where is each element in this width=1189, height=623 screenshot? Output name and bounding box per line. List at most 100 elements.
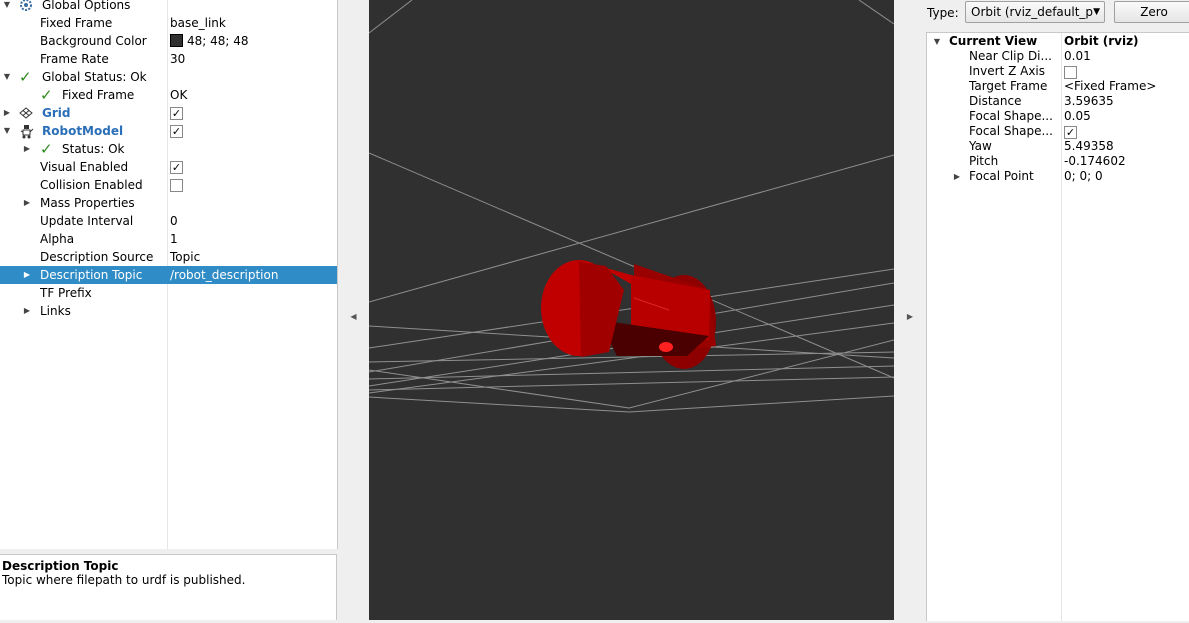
display-row[interactable]: ▶ Grid ✓ (0, 104, 337, 122)
expand-right-icon[interactable]: ▶ (22, 266, 32, 284)
collapse-left-icon[interactable]: ◀ (338, 312, 369, 321)
view-type-value: Orbit (rviz_default_p (971, 5, 1094, 19)
expand-down-icon[interactable]: ▼ (2, 0, 12, 14)
view-property-value[interactable]: 5.49358 (1064, 139, 1114, 154)
view-property-row[interactable]: Focal Shape... 0.05 (927, 109, 1189, 124)
view-property-value[interactable]: 3.59635 (1064, 94, 1114, 109)
display-row-value-text: 30 (170, 52, 186, 66)
display-row-value[interactable]: /robot_description (170, 266, 278, 284)
zero-button[interactable]: Zero (1114, 1, 1189, 23)
display-row-value-text: 0 (170, 214, 178, 228)
display-row[interactable]: ▼ ✓ Global Status: Ok (0, 68, 337, 86)
view-property-row[interactable]: Focal Shape... ✓ (927, 124, 1189, 139)
expand-down-icon[interactable]: ▼ (2, 68, 12, 86)
chevron-down-icon: ▼ (1093, 7, 1100, 17)
view-property-value[interactable]: <Fixed Frame> (1064, 79, 1156, 94)
display-checkbox[interactable]: ✓ (170, 125, 183, 138)
view-property-row[interactable]: Pitch -0.174602 (927, 154, 1189, 169)
display-checkbox[interactable]: ✓ (170, 107, 183, 120)
collapse-right-icon[interactable]: ▶ (894, 312, 926, 321)
view-property-label: Distance (969, 94, 1022, 108)
view-property-row[interactable]: Distance 3.59635 (927, 94, 1189, 109)
view-property-label: Current View (949, 34, 1038, 48)
expand-right-icon[interactable]: ▶ (22, 194, 32, 212)
display-row-value[interactable]: 48; 48; 48 (170, 32, 249, 50)
color-swatch[interactable] (170, 34, 183, 47)
display-row[interactable]: ✓ Fixed Frame OK (0, 86, 337, 104)
display-row-label: Mass Properties (40, 196, 135, 210)
view-property-checkbox[interactable]: ✓ (1064, 126, 1077, 139)
display-row-value[interactable]: base_link (170, 14, 226, 32)
display-row-label: Visual Enabled (40, 160, 129, 174)
display-row[interactable]: ▶ ✓ Status: Ok (0, 140, 337, 158)
expand-right-icon[interactable]: ▶ (22, 140, 32, 158)
view-property-value[interactable]: 0; 0; 0 (1064, 169, 1103, 184)
view-property-value[interactable]: Orbit (rviz) (1064, 34, 1139, 49)
view-property-label: Focal Point (969, 169, 1034, 183)
display-row[interactable]: Fixed Frame base_link (0, 14, 337, 32)
display-row-label: Global Status: Ok (42, 70, 147, 84)
grid-icon (19, 104, 35, 122)
expand-right-icon[interactable]: ▶ (2, 104, 12, 122)
expand-down-icon[interactable]: ▼ (2, 122, 12, 140)
view-type-select[interactable]: Orbit (rviz_default_p ▼ (965, 1, 1105, 23)
display-row[interactable]: ▶ Links (0, 302, 337, 320)
display-row-value[interactable]: 1 (170, 230, 178, 248)
views-panel: Type: Orbit (rviz_default_p ▼ Zero ▼ Curr… (926, 0, 1189, 621)
view-property-row[interactable]: ▶ Focal Point 0; 0; 0 (927, 169, 1189, 184)
display-row-label: Description Topic (40, 268, 143, 282)
check-icon: ✓ (40, 140, 53, 158)
view-property-value[interactable]: 0.01 (1064, 49, 1091, 64)
display-row[interactable]: Alpha 1 (0, 230, 337, 248)
view-property-row[interactable]: Target Frame <Fixed Frame> (927, 79, 1189, 94)
display-row[interactable]: Background Color 48; 48; 48 (0, 32, 337, 50)
display-row-value[interactable]: OK (170, 86, 187, 104)
view-property-value[interactable]: -0.174602 (1064, 154, 1126, 169)
view-properties-tree: ▼ Current View Orbit (rviz) Near Clip Di...… (926, 32, 1189, 621)
display-row-label: Collision Enabled (40, 178, 143, 192)
view-property-row[interactable]: Yaw 5.49358 (927, 139, 1189, 154)
view-property-label: Pitch (969, 154, 999, 168)
view-property-value[interactable]: 0.05 (1064, 109, 1091, 124)
view-property-row[interactable]: ▼ Current View Orbit (rviz) (927, 34, 1189, 49)
display-row-label: RobotModel (42, 124, 124, 138)
display-row-label: Global Options (42, 0, 131, 12)
display-row[interactable]: Description Source Topic (0, 248, 337, 266)
robot-model (541, 260, 716, 369)
display-row[interactable]: ▶ Mass Properties (0, 194, 337, 212)
view-property-checkbox[interactable] (1064, 66, 1077, 79)
display-row-label: Links (40, 304, 71, 318)
expand-down-icon[interactable]: ▼ (932, 34, 942, 49)
display-row-value[interactable]: Topic (170, 248, 200, 266)
render-view[interactable] (368, 0, 895, 620)
display-row[interactable]: Frame Rate 30 (0, 50, 337, 68)
display-row-value[interactable]: 0 (170, 212, 178, 230)
splitter-handle[interactable] (160, 549, 178, 553)
gear-icon (19, 0, 35, 14)
display-row-value[interactable]: 30 (170, 50, 185, 68)
display-row-value-text: Topic (170, 250, 201, 264)
left-collapse-strip[interactable]: ◀ (338, 0, 369, 620)
display-row-value-text: 48; 48; 48 (187, 34, 249, 48)
description-text: Topic where filepath to urdf is publishe… (2, 573, 246, 587)
expand-right-icon[interactable]: ▶ (22, 302, 32, 320)
display-row-label: Update Interval (40, 214, 134, 228)
expand-right-icon[interactable]: ▶ (952, 169, 962, 184)
display-checkbox[interactable]: ✓ (170, 161, 183, 174)
display-row[interactable]: ▼ RobotModel ✓ (0, 122, 337, 140)
display-row[interactable]: ▶ Description Topic/robot_description (0, 266, 337, 284)
right-collapse-strip[interactable]: ▶ (894, 0, 926, 620)
view-property-row[interactable]: Near Clip Di... 0.01 (927, 49, 1189, 64)
display-row[interactable]: Update Interval 0 (0, 212, 337, 230)
display-row-value-text: OK (170, 88, 188, 102)
display-row[interactable]: ▼ Global Options (0, 0, 337, 14)
property-description: Description Topic Topic where filepath t… (0, 554, 337, 620)
view-property-label: Invert Z Axis (969, 64, 1046, 78)
display-row[interactable]: Collision Enabled (0, 176, 337, 194)
view-property-row[interactable]: Invert Z Axis (927, 64, 1189, 79)
check-icon: ✓ (40, 86, 53, 104)
display-row[interactable]: Visual Enabled ✓ (0, 158, 337, 176)
display-checkbox[interactable] (170, 179, 183, 192)
display-row-label: Fixed Frame (62, 88, 135, 102)
display-row[interactable]: TF Prefix (0, 284, 337, 302)
